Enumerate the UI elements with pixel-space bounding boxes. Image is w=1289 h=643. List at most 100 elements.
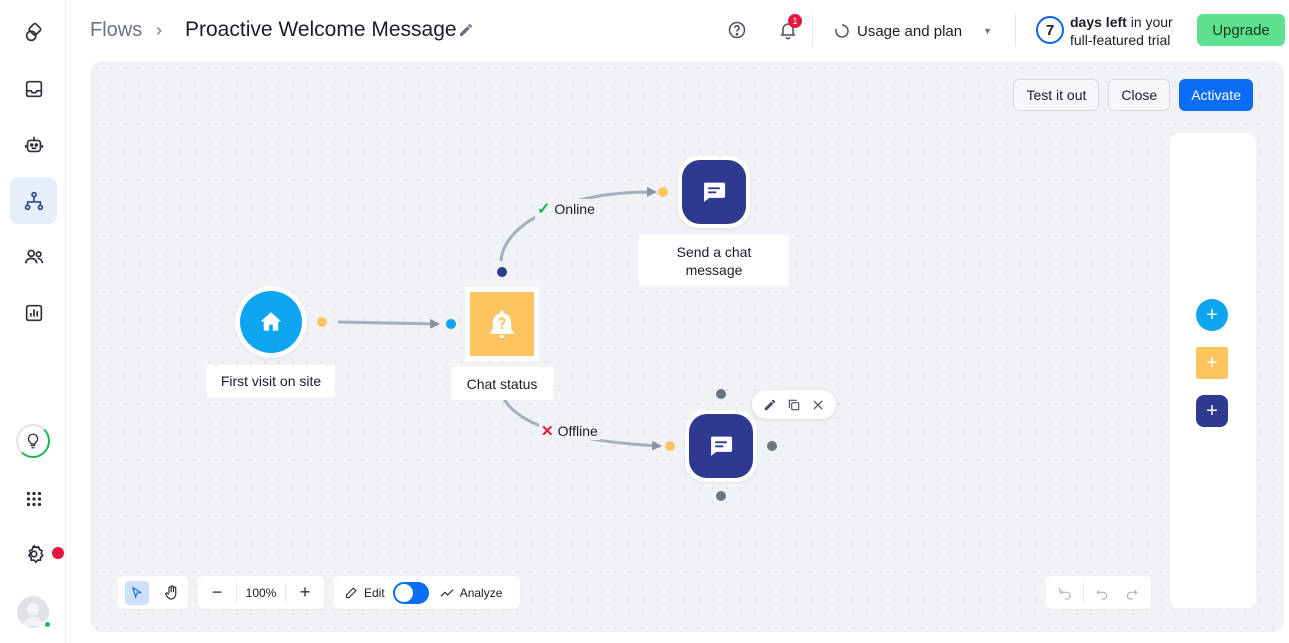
help-icon[interactable] bbox=[727, 20, 747, 40]
add-action-button[interactable]: + bbox=[1196, 395, 1228, 427]
settings-alert-dot bbox=[52, 547, 64, 559]
redo-icon bbox=[1126, 589, 1138, 600]
send-message-node[interactable] bbox=[678, 156, 750, 228]
upgrade-button[interactable]: Upgrade bbox=[1197, 14, 1285, 46]
sidebar-item-apps[interactable] bbox=[10, 475, 57, 522]
undo-all-icon bbox=[1059, 587, 1071, 600]
send-message-node-body bbox=[682, 160, 746, 224]
page-title: Proactive Welcome Message bbox=[185, 18, 457, 41]
onboarding-progress[interactable] bbox=[16, 424, 50, 458]
add-condition-button[interactable]: + bbox=[1196, 347, 1228, 379]
undo-icon bbox=[1096, 589, 1108, 600]
usage-ring-icon bbox=[835, 24, 849, 38]
activate-button[interactable]: Activate bbox=[1179, 79, 1253, 111]
top-bar: Flows › Proactive Welcome Message 1 Usag… bbox=[66, 0, 1289, 60]
sidebar-item-flows[interactable] bbox=[10, 177, 57, 224]
select-tool[interactable] bbox=[125, 576, 149, 609]
usage-label: Usage and plan bbox=[857, 22, 963, 40]
delete-node-close-icon[interactable] bbox=[811, 398, 825, 412]
edit-mode-label[interactable]: Edit bbox=[344, 576, 385, 609]
port-action-right bbox=[767, 441, 777, 451]
chat-message-icon bbox=[711, 436, 733, 456]
sidebar bbox=[0, 0, 66, 643]
home-icon bbox=[260, 312, 282, 331]
redo-button[interactable] bbox=[1120, 576, 1144, 609]
sidebar-item-settings[interactable] bbox=[10, 530, 57, 577]
trial-info: days left in your full-featured trial bbox=[1070, 13, 1173, 49]
analyze-mode-label[interactable]: Analyze bbox=[439, 576, 503, 609]
port-send-in bbox=[658, 187, 668, 197]
bell-question-icon bbox=[489, 310, 515, 339]
duplicate-node-icon[interactable] bbox=[787, 398, 801, 412]
test-it-out-button[interactable]: Test it out bbox=[1013, 79, 1100, 111]
app-root: Flows › Proactive Welcome Message 1 Usag… bbox=[0, 0, 1289, 643]
zoom-out-button[interactable]: − bbox=[198, 576, 236, 609]
zoom-controls: − 100% + bbox=[198, 576, 324, 609]
edge-label-online: ✓ Online bbox=[535, 199, 597, 219]
flows-icon bbox=[24, 191, 43, 210]
trigger-node-label: First visit on site bbox=[207, 365, 335, 397]
divider bbox=[1015, 14, 1016, 46]
pan-tool[interactable] bbox=[163, 576, 181, 609]
notification-badge: 1 bbox=[788, 14, 802, 28]
plus-icon: + bbox=[1206, 303, 1218, 326]
canvas-tools bbox=[118, 576, 188, 609]
rename-pencil-icon[interactable] bbox=[458, 22, 474, 43]
zoom-level[interactable]: 100% bbox=[237, 576, 285, 609]
cursor-icon bbox=[131, 585, 142, 599]
logo-icon bbox=[25, 22, 41, 41]
trial-days-counter: 7 bbox=[1036, 16, 1064, 44]
sidebar-item-inbox[interactable] bbox=[10, 65, 57, 112]
mode-switch: Edit Analyze bbox=[334, 576, 520, 609]
pencil-icon bbox=[345, 587, 357, 599]
plus-icon: + bbox=[1206, 351, 1218, 374]
trigger-node[interactable] bbox=[235, 286, 307, 358]
port-action-top bbox=[716, 389, 726, 399]
canvas-actions: Test it out Close Activate bbox=[1013, 79, 1253, 111]
sidebar-item-contacts[interactable] bbox=[10, 233, 57, 280]
port-condition-in bbox=[446, 319, 456, 329]
offline-message-node[interactable] bbox=[685, 410, 757, 482]
trial-days-label: days left bbox=[1070, 14, 1127, 30]
zoom-in-button[interactable]: + bbox=[286, 576, 324, 609]
edit-node-pencil-icon[interactable] bbox=[763, 398, 777, 412]
divider bbox=[812, 14, 813, 46]
minus-icon: − bbox=[211, 582, 223, 602]
hand-icon bbox=[165, 584, 177, 600]
edit-label: Edit bbox=[364, 585, 385, 600]
close-button[interactable]: Close bbox=[1108, 79, 1171, 111]
trend-line-icon bbox=[440, 588, 454, 597]
history-controls bbox=[1046, 576, 1151, 609]
usage-and-plan-dropdown[interactable]: Usage and plan ▼ bbox=[834, 20, 992, 42]
offline-message-node-body bbox=[689, 414, 753, 478]
undo-button[interactable] bbox=[1090, 576, 1114, 609]
condition-node[interactable] bbox=[465, 287, 539, 361]
sidebar-item-home[interactable] bbox=[10, 9, 57, 56]
add-trigger-button[interactable]: + bbox=[1196, 299, 1228, 331]
port-offline-in bbox=[665, 441, 675, 451]
lightbulb-icon bbox=[27, 433, 39, 449]
online-status-dot bbox=[43, 620, 52, 629]
reset-history-button[interactable] bbox=[1053, 576, 1077, 609]
check-icon: ✓ bbox=[537, 201, 551, 218]
analytics-icon bbox=[25, 304, 42, 321]
trial-text-rest: in your bbox=[1126, 14, 1173, 30]
edge-label-offline: ✕ Offline bbox=[539, 422, 600, 440]
bot-icon bbox=[24, 136, 43, 152]
condition-node-body bbox=[470, 292, 534, 356]
inbox-icon bbox=[25, 80, 42, 97]
node-toolbar bbox=[752, 390, 836, 419]
apps-grid-icon bbox=[26, 491, 41, 506]
select-tool-active bbox=[125, 580, 149, 605]
trigger-node-body bbox=[240, 291, 302, 353]
flow-canvas[interactable]: Test it out Close Activate First visit o… bbox=[90, 61, 1284, 632]
breadcrumb-flows-link[interactable]: Flows bbox=[90, 19, 142, 42]
edit-analyze-toggle[interactable] bbox=[392, 581, 429, 604]
analyze-label: Analyze bbox=[459, 585, 503, 600]
port-action-bottom bbox=[716, 491, 726, 501]
sidebar-item-analytics[interactable] bbox=[10, 289, 57, 336]
chevron-down-icon: ▼ bbox=[983, 26, 993, 36]
edge-label-online-text: Online bbox=[554, 201, 595, 217]
gear-icon bbox=[27, 544, 44, 563]
sidebar-item-bots[interactable] bbox=[10, 121, 57, 168]
